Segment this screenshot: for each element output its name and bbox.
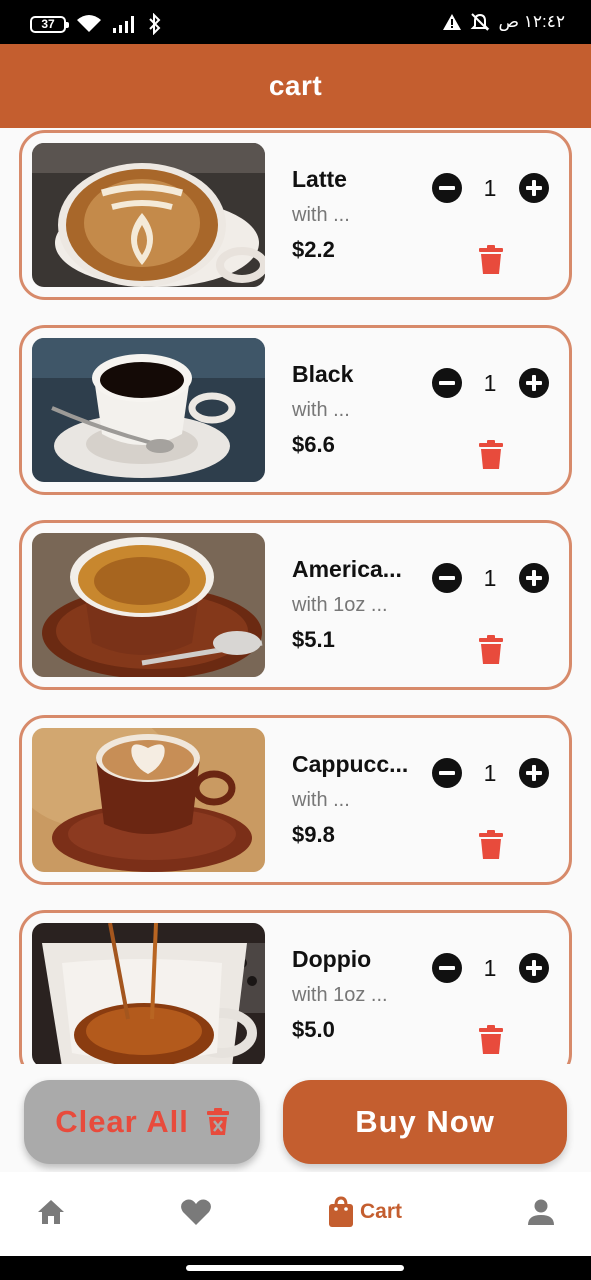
item-desc: with 1oz ...: [292, 984, 388, 1006]
gesture-bar: [0, 1256, 591, 1280]
item-quantity: 1: [483, 955, 497, 981]
decrease-quantity-button[interactable]: [432, 953, 462, 983]
item-name: Cappucc...: [292, 751, 409, 777]
item-price: $5.1: [292, 627, 335, 652]
item-desc: with ...: [292, 789, 350, 811]
heart-icon: [181, 1199, 211, 1225]
app-bar: cart: [0, 44, 591, 128]
item-price: $6.6: [292, 432, 335, 457]
nav-cart[interactable]: Cart: [328, 1196, 402, 1228]
cart-item: Black with ... $6.6 1: [19, 325, 572, 495]
doppio-image: [32, 923, 265, 1064]
delete-item-button[interactable]: [478, 635, 504, 665]
item-name: Doppio: [292, 946, 372, 972]
item-quantity: 1: [483, 175, 497, 201]
increase-quantity-button[interactable]: [519, 563, 549, 593]
item-desc: with ...: [292, 204, 350, 226]
decrease-quantity-button[interactable]: [432, 173, 462, 203]
increase-quantity-button[interactable]: [519, 953, 549, 983]
latte-image: [32, 143, 265, 287]
item-quantity: 1: [483, 760, 497, 786]
item-quantity: 1: [483, 370, 497, 396]
status-bar: 37 ١٢:٤٢ ص: [0, 0, 591, 44]
decrease-quantity-button[interactable]: [432, 563, 462, 593]
clear-all-label: Clear All: [55, 1104, 189, 1139]
nav-profile[interactable]: [527, 1198, 555, 1226]
cappuccino-image: [32, 728, 265, 872]
page-title: cart: [268, 70, 323, 101]
nav-favorites[interactable]: [180, 1198, 212, 1226]
nav-home[interactable]: [36, 1198, 66, 1226]
americano-image: [32, 533, 265, 677]
delete-item-button[interactable]: [478, 830, 504, 860]
item-price: $2.2: [292, 237, 335, 262]
nav-cart-label: Cart: [360, 1200, 403, 1223]
delete-item-button[interactable]: [478, 1025, 504, 1055]
cart-item: Latte with ... $2.2 1: [19, 130, 572, 300]
warning-icon: [443, 14, 462, 30]
cart-actions: Clear All Buy Now: [0, 1064, 591, 1172]
increase-quantity-button[interactable]: [519, 758, 549, 788]
item-name: Latte: [292, 166, 347, 192]
bottom-nav: Cart: [0, 1172, 591, 1256]
decrease-quantity-button[interactable]: [432, 758, 462, 788]
bluetooth-icon: [149, 13, 161, 35]
person-icon: [528, 1199, 554, 1225]
signal-icon: [113, 16, 134, 33]
battery-level: 37: [41, 16, 55, 31]
black-coffee-image: [32, 338, 265, 482]
buy-now-button[interactable]: Buy Now: [283, 1080, 567, 1164]
increase-quantity-button[interactable]: [519, 368, 549, 398]
item-desc: with 1oz ...: [292, 594, 388, 616]
status-time: ١٢:٤٢ ص: [498, 12, 565, 31]
delete-item-button[interactable]: [478, 440, 504, 470]
battery-icon: 37: [30, 15, 69, 33]
bag-icon: [329, 1196, 353, 1227]
item-price: $9.8: [292, 822, 335, 847]
bell-off-icon: [471, 13, 490, 31]
item-name: America...: [292, 556, 402, 582]
trash-x-icon: [206, 1108, 229, 1135]
item-price: $5.0: [292, 1017, 335, 1042]
item-quantity: 1: [483, 565, 497, 591]
cart-list[interactable]: Latte with ... $2.2 1 Black with ... $6.…: [0, 128, 591, 1064]
item-name: Black: [292, 361, 354, 387]
decrease-quantity-button[interactable]: [432, 368, 462, 398]
wifi-icon: [77, 15, 101, 32]
clear-all-button[interactable]: Clear All: [24, 1080, 260, 1164]
buy-now-label: Buy Now: [355, 1104, 495, 1139]
cart-item: Cappucc... with ... $9.8 1: [19, 715, 572, 885]
delete-item-button[interactable]: [478, 245, 504, 275]
cart-item: America... with 1oz ... $5.1 1: [19, 520, 572, 690]
increase-quantity-button[interactable]: [519, 173, 549, 203]
home-indicator[interactable]: [186, 1265, 404, 1271]
home-icon: [38, 1200, 64, 1224]
item-desc: with ...: [292, 399, 350, 421]
cart-item: Doppio with 1oz ... $5.0 1: [19, 910, 572, 1064]
